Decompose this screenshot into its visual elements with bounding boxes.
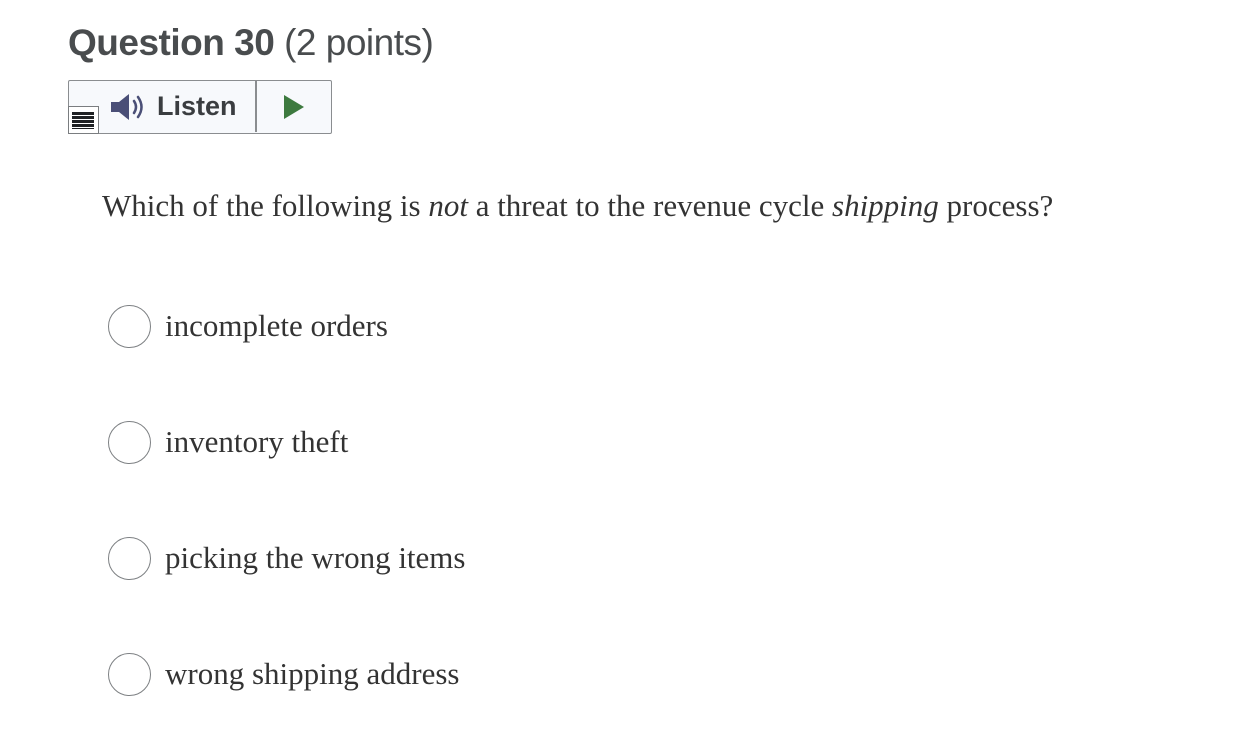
play-icon [284, 94, 304, 119]
radio-button[interactable] [108, 652, 151, 696]
radio-button[interactable] [108, 304, 151, 348]
answer-option-2[interactable]: inventory theft [108, 418, 348, 466]
listen-button[interactable]: Listen [109, 81, 255, 132]
listen-toolbar: Listen [68, 80, 332, 134]
listen-label: Listen [157, 91, 237, 121]
answer-option-3[interactable]: picking the wrong items [108, 534, 465, 582]
speaker-icon [111, 93, 143, 120]
menu-icon[interactable] [68, 106, 99, 134]
question-points: (2 points) [284, 22, 434, 63]
radio-button[interactable] [108, 536, 151, 580]
answer-option-4[interactable]: wrong shipping address [108, 650, 459, 698]
answer-option-label: incomplete orders [165, 308, 388, 343]
prompt-emphasis-shipping: shipping [832, 188, 939, 223]
answer-option-label: wrong shipping address [165, 656, 460, 691]
prompt-emphasis-not: not [428, 188, 468, 223]
answer-option-label: inventory theft [165, 424, 349, 459]
question-prompt: Which of the following is not a threat t… [102, 188, 1053, 224]
prompt-text: Which of the following is [102, 188, 429, 223]
radio-button[interactable] [108, 420, 151, 464]
answer-option-label: picking the wrong items [165, 540, 466, 575]
answer-option-1[interactable]: incomplete orders [108, 302, 388, 350]
prompt-text: process? [938, 188, 1054, 223]
play-button[interactable] [257, 81, 331, 132]
question-title: Question 30 [68, 22, 275, 63]
prompt-text: a threat to the revenue cycle [467, 188, 832, 223]
question-header: Question 30 (2 points) [68, 18, 434, 68]
